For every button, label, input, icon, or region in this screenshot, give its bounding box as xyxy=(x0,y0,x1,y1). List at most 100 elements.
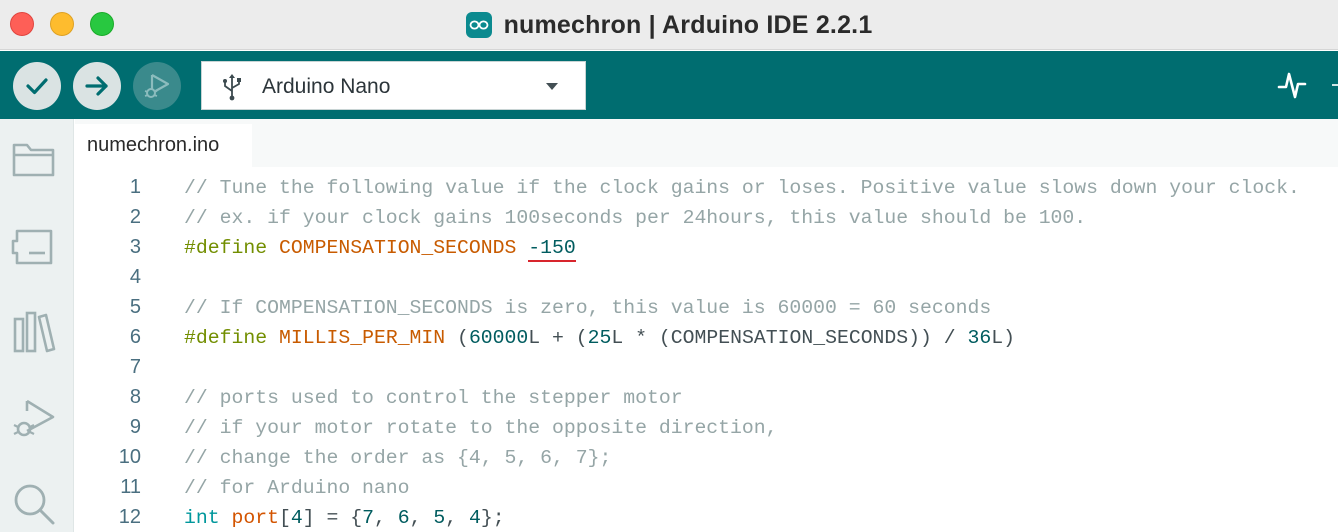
error-highlight: -150 xyxy=(528,237,576,262)
line-number: 4 xyxy=(129,266,141,288)
debug-sidebar-button[interactable] xyxy=(11,397,57,448)
code-line[interactable]: 3 #define COMPENSATION_SECONDS -150 xyxy=(75,232,1338,262)
code-line[interactable]: 2 // ex. if your clock gains 100seconds p… xyxy=(75,202,1338,232)
code-text[interactable]: // if your motor rotate to the opposite … xyxy=(184,417,778,439)
arrow-right-icon xyxy=(85,76,108,96)
debug-icon xyxy=(13,399,55,437)
line-number: 5 xyxy=(129,296,141,318)
code-token: 60000 xyxy=(468,327,529,349)
code-token: 25 xyxy=(587,327,612,349)
code-line[interactable]: 4 xyxy=(75,262,1338,292)
code-editor[interactable]: 1 // Tune the following value if the cloc… xyxy=(75,167,1338,532)
folder-icon xyxy=(12,143,55,177)
code-token: L * (COMPENSATION_SECONDS)) / xyxy=(611,327,968,349)
boards-manager-button[interactable] xyxy=(11,225,57,274)
code-token: int xyxy=(184,507,220,529)
line-number: 8 xyxy=(129,386,141,408)
board-selector[interactable]: Arduino Nano xyxy=(201,61,586,110)
code-text[interactable]: // Tune the following value if the clock… xyxy=(184,177,1300,199)
code-text[interactable]: int port[4] = {7, 6, 5, 4}; xyxy=(184,507,505,529)
code-token: , xyxy=(445,507,469,529)
code-line[interactable]: 1 // Tune the following value if the cloc… xyxy=(75,172,1338,202)
code-token: // If COMPENSATION_SECONDS is zero, this… xyxy=(184,297,992,319)
code-token: L) xyxy=(991,327,1016,349)
title-bar: numechron | Arduino IDE 2.2.1 xyxy=(0,0,1338,50)
code-line[interactable]: 7 xyxy=(75,352,1338,382)
upload-button[interactable] xyxy=(73,62,121,110)
line-number: 2 xyxy=(129,206,141,228)
code-token: ( xyxy=(445,327,469,349)
code-token: [ xyxy=(278,507,291,529)
code-text[interactable]: // for Arduino nano xyxy=(184,477,410,499)
code-token: 36 xyxy=(967,327,992,349)
tab-label: numechron.ino xyxy=(87,134,220,156)
code-token: 7 xyxy=(362,507,374,529)
code-token: , xyxy=(373,507,398,529)
code-token: L + ( xyxy=(528,327,588,349)
code-token: MILLIS_PER_MIN xyxy=(278,327,446,349)
code-token: #define xyxy=(184,237,268,259)
verify-button[interactable] xyxy=(13,62,61,110)
code-line[interactable]: 5 // If COMPENSATION_SECONDS is zero, thi… xyxy=(75,292,1338,322)
code-token: // Tune the following value if the clock… xyxy=(184,177,1300,199)
window-title: numechron | Arduino IDE 2.2.1 xyxy=(503,10,873,39)
library-icon xyxy=(13,311,56,353)
title-wrap: numechron | Arduino IDE 2.2.1 xyxy=(0,0,1338,50)
debug-icon xyxy=(144,74,170,98)
library-manager-button[interactable] xyxy=(11,309,57,360)
code-token: , xyxy=(409,507,434,529)
code-text[interactable]: // ports used to control the stepper mot… xyxy=(184,387,683,409)
code-token: 6 xyxy=(397,507,410,529)
board-icon xyxy=(11,229,53,265)
usb-icon xyxy=(223,74,241,101)
code-line[interactable]: 6 #define MILLIS_PER_MIN (60000L + (25L *… xyxy=(75,322,1338,352)
code-token: }; xyxy=(480,507,505,529)
search-button[interactable] xyxy=(11,481,57,532)
code-token: COMPENSATION_SECONDS xyxy=(278,237,517,259)
line-number: 7 xyxy=(129,356,141,378)
serial-monitor-button-edge[interactable] xyxy=(1332,84,1338,86)
code-token: // ports used to control the stepper mot… xyxy=(184,387,683,409)
code-line[interactable]: 8 // ports used to control the stepper mo… xyxy=(75,382,1338,412)
code-token: // change the order as {4, 5, 6, 7}; xyxy=(184,447,612,469)
line-number: 10 xyxy=(118,446,141,468)
code-token: #define xyxy=(184,327,268,349)
line-number: 9 xyxy=(129,416,141,438)
code-token: port xyxy=(231,507,279,529)
board-name: Arduino Nano xyxy=(262,75,391,98)
serial-plotter-button[interactable] xyxy=(1275,67,1309,106)
line-number: 6 xyxy=(129,326,141,348)
tab-numechron-ino[interactable]: numechron.ino xyxy=(75,124,252,167)
code-token: // ex. if your clock gains 100seconds pe… xyxy=(184,207,1087,229)
sketchbook-button[interactable] xyxy=(11,137,57,186)
arduino-logo-icon xyxy=(465,12,492,38)
code-line[interactable]: 10 // change the order as {4, 5, 6, 7}; xyxy=(75,442,1338,472)
code-token: 4 xyxy=(290,507,303,529)
code-line[interactable]: 12 int port[4] = {7, 6, 5, 4}; xyxy=(75,502,1338,532)
editor-tab-bar: numechron.ino xyxy=(75,119,1338,167)
code-text[interactable]: // change the order as {4, 5, 6, 7}; xyxy=(184,447,611,469)
code-token: 4 xyxy=(468,507,481,529)
toolbar: Arduino Nano xyxy=(0,51,1338,119)
line-number: 12 xyxy=(118,506,141,528)
code-token: // if your motor rotate to the opposite … xyxy=(184,417,778,439)
debug-button[interactable] xyxy=(133,62,181,110)
code-token: ] = { xyxy=(302,507,363,529)
search-icon xyxy=(14,484,55,525)
code-text[interactable]: #define COMPENSATION_SECONDS -150 xyxy=(184,237,576,262)
code-text[interactable]: // If COMPENSATION_SECONDS is zero, this… xyxy=(184,297,991,319)
code-text[interactable]: #define MILLIS_PER_MIN (60000L + (25L * … xyxy=(184,327,1015,349)
line-number: 3 xyxy=(129,236,141,258)
chevron-down-icon xyxy=(546,83,558,90)
code-line[interactable]: 11 // for Arduino nano xyxy=(75,472,1338,502)
line-number: 1 xyxy=(129,176,141,198)
code-token: // for Arduino nano xyxy=(184,477,410,499)
code-line[interactable]: 9 // if your motor rotate to the opposite… xyxy=(75,412,1338,442)
side-bar xyxy=(0,119,74,532)
code-text[interactable]: // ex. if your clock gains 100seconds pe… xyxy=(184,207,1086,229)
line-number: 11 xyxy=(120,476,141,498)
